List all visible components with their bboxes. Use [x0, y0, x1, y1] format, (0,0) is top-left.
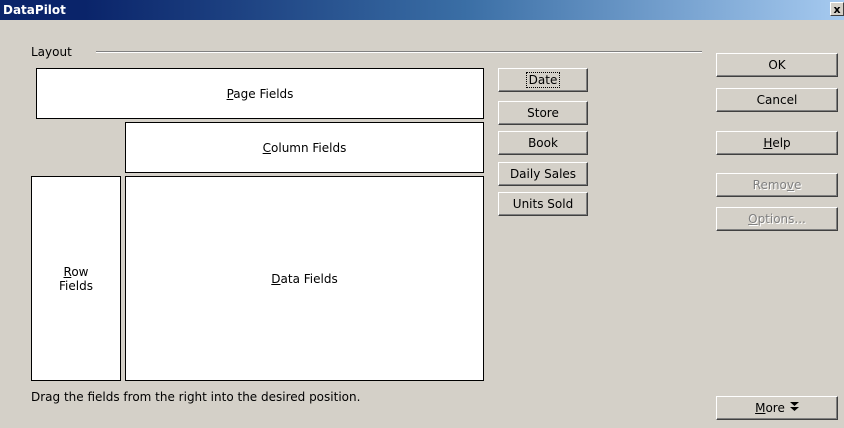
field-button-units-sold[interactable]: Units Sold	[498, 192, 588, 216]
field-button-store[interactable]: Store	[498, 101, 588, 125]
ok-label: OK	[768, 58, 786, 72]
title-bar: DataPilot x	[0, 0, 844, 20]
page-fields-area[interactable]: Page Fields	[36, 68, 484, 119]
remove-button[interactable]: Remove	[716, 173, 838, 197]
field-button-daily-sales[interactable]: Daily Sales	[498, 162, 588, 186]
remove-label: Remove	[752, 178, 802, 192]
window-title: DataPilot	[3, 3, 66, 17]
field-label: Date	[525, 72, 561, 88]
field-label: Store	[527, 106, 559, 120]
double-chevron-down-icon	[789, 401, 799, 415]
help-label: Help	[763, 136, 791, 150]
close-icon[interactable]: x	[830, 2, 844, 16]
layout-group-divider	[96, 51, 702, 53]
field-button-book[interactable]: Book	[498, 131, 588, 155]
field-label: Units Sold	[512, 197, 574, 211]
field-label: Daily Sales	[509, 167, 577, 181]
data-fields-area[interactable]: Data Fields	[125, 176, 484, 381]
data-fields-label: Data Fields	[271, 271, 338, 286]
cancel-label: Cancel	[756, 93, 798, 107]
cancel-button[interactable]: Cancel	[716, 88, 838, 112]
options-button[interactable]: Options...	[716, 207, 838, 231]
field-button-date[interactable]: Date	[498, 68, 588, 92]
row-fields-label: Row Fields	[59, 264, 93, 293]
help-button[interactable]: Help	[716, 131, 838, 155]
field-label: Book	[528, 136, 558, 150]
column-fields-area[interactable]: Column Fields	[125, 122, 484, 173]
more-button[interactable]: More	[716, 396, 838, 420]
more-label: More	[755, 401, 785, 415]
row-fields-area[interactable]: Row Fields	[31, 176, 121, 381]
layout-group-label: Layout	[31, 45, 76, 59]
drag-hint-text: Drag the fields from the right into the …	[31, 390, 361, 404]
column-fields-label: Column Fields	[262, 140, 347, 155]
options-label: Options...	[748, 212, 806, 226]
ok-button[interactable]: OK	[716, 53, 838, 77]
page-fields-label: Page Fields	[226, 86, 294, 101]
